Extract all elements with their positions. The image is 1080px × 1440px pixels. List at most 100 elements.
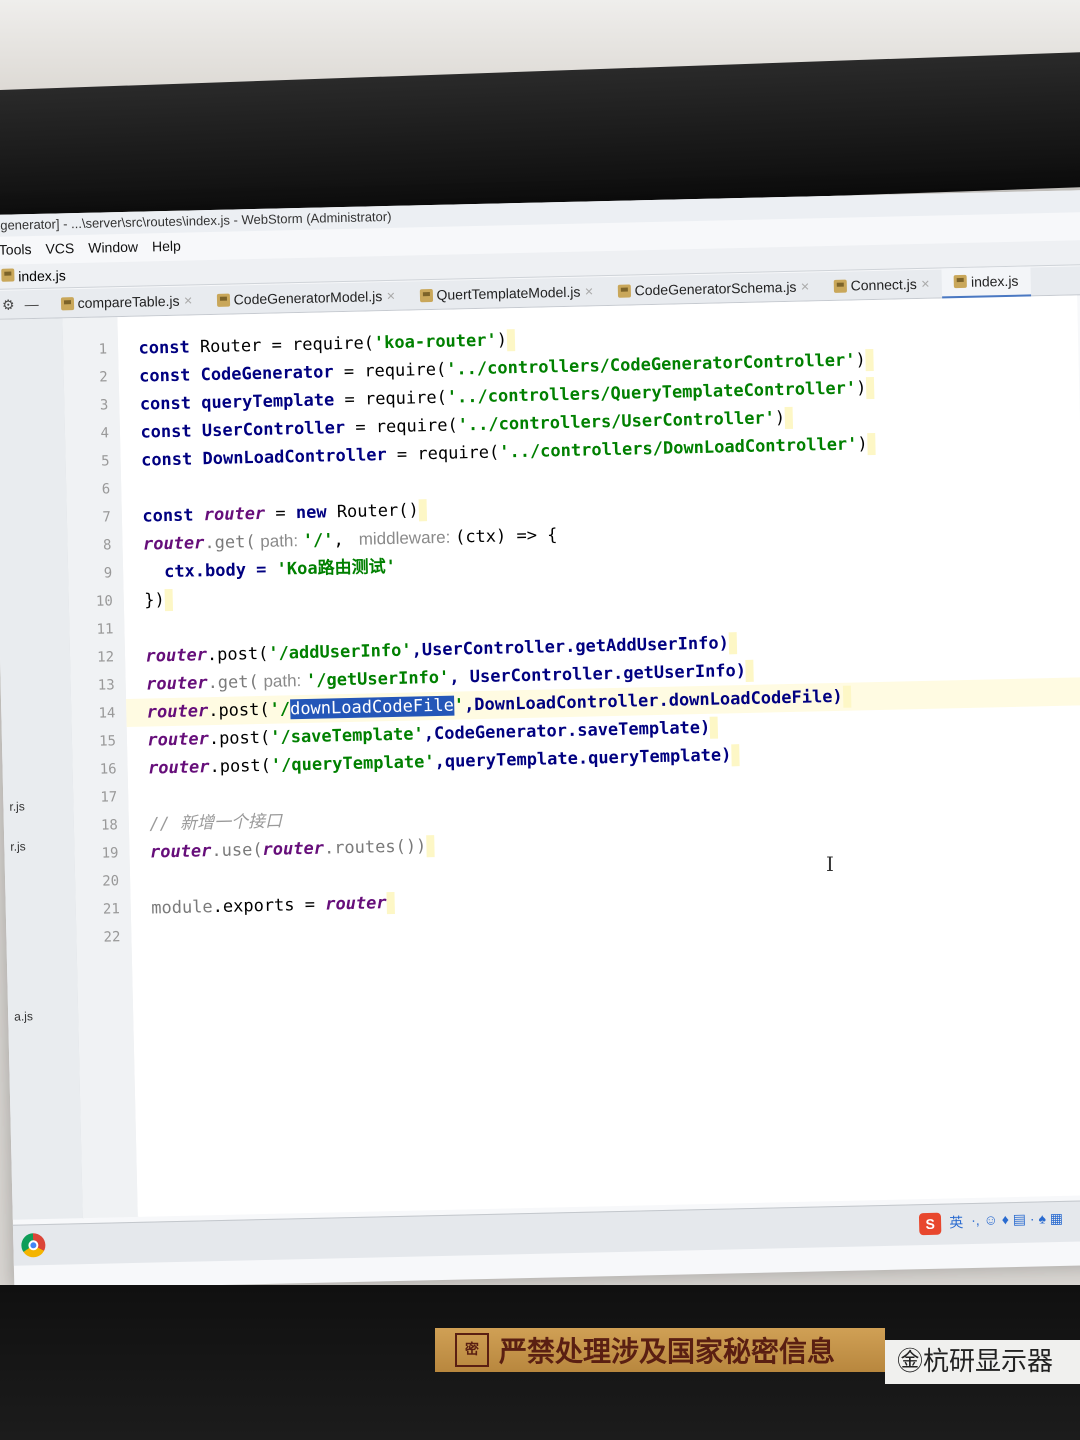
code-token: ): [855, 350, 866, 371]
menu-help[interactable]: Help: [152, 235, 181, 258]
line-marker: [842, 685, 851, 708]
tab-label: index.js: [970, 272, 1019, 290]
code-token: '/: [269, 699, 291, 720]
tab-codegeneratormodel[interactable]: CodeGeneratorModel.js ✕: [204, 282, 407, 315]
menu-tools[interactable]: Tools: [0, 238, 32, 261]
close-icon[interactable]: ✕: [584, 285, 593, 298]
monitor-brand-label: ㊎杭研显示器: [885, 1340, 1080, 1384]
code-token: router: [149, 841, 212, 863]
project-file[interactable]: r.js: [10, 839, 26, 853]
code-token: ctx.body =: [163, 559, 277, 583]
line-number: 5: [101, 453, 110, 470]
js-file-icon: [617, 283, 631, 298]
ime-language[interactable]: 英: [949, 1212, 963, 1234]
sogou-icon[interactable]: S: [918, 1212, 942, 1236]
code-line[interactable]: module.exports = router: [130, 873, 1080, 923]
tab-connect[interactable]: Connect.js ✕: [821, 269, 942, 300]
line-marker: [867, 432, 876, 456]
code-token: Router(): [326, 500, 419, 523]
code-token: DownLoadController: [192, 445, 387, 470]
code-token: 'Koa路由测试': [276, 556, 397, 580]
code-token: , UserController.getUserInfo): [449, 660, 747, 688]
line-number: 11: [96, 621, 114, 638]
sticker-seal: 密: [455, 1333, 489, 1367]
js-file-icon: [216, 293, 230, 307]
code-token: const: [142, 505, 194, 527]
tab-label: CodeGeneratorModel.js: [233, 288, 383, 308]
code-token: ): [774, 408, 786, 429]
tab-querttemplatemodel[interactable]: QuertTemplateModel.js ✕: [407, 277, 606, 309]
line-marker: [506, 329, 516, 352]
line-marker: [784, 406, 794, 430]
line-number: 1: [98, 341, 108, 358]
code-token: '../controllers/UserController': [457, 408, 776, 436]
line-marker: [866, 376, 875, 400]
chrome-icon[interactable]: [21, 1233, 46, 1258]
code-token: UserController: [191, 418, 346, 442]
code-token: const: [140, 421, 192, 443]
tab-label: Connect.js: [850, 275, 917, 294]
line-number: 16: [99, 761, 117, 778]
menu-window[interactable]: Window: [88, 236, 138, 259]
code-token: .exports =: [212, 894, 326, 918]
code-token: require(: [375, 415, 458, 438]
line-number: 13: [97, 677, 115, 694]
code-token: router: [146, 701, 209, 723]
tab-label: CodeGeneratorSchema.js: [634, 278, 797, 299]
security-sticker: 密 严禁处理涉及国家秘密信息: [435, 1328, 885, 1372]
tab-codegeneratorschema[interactable]: CodeGeneratorSchema.js ✕: [605, 272, 822, 305]
selected-text[interactable]: downLoadCodeFile: [289, 695, 455, 720]
ime-icons[interactable]: ·, ☺ ♦ ▤ · ♠ ▦: [971, 1210, 1063, 1234]
code-token: require(: [364, 359, 447, 382]
ime-toolbar: S 英 ·, ☺ ♦ ▤ · ♠ ▦: [918, 1210, 1063, 1236]
line-marker: [731, 744, 740, 767]
tab-comparetable[interactable]: compareTable.js ✕: [48, 286, 205, 318]
code-token: new: [295, 502, 327, 524]
project-file[interactable]: a.js: [14, 1009, 33, 1023]
menu-vcs[interactable]: VCS: [45, 237, 74, 260]
code-token: =: [333, 361, 365, 383]
code-token: '/addUserInfo': [268, 640, 412, 664]
code-token: 'koa-router': [373, 330, 497, 354]
mouse-cursor-icon: I: [826, 852, 834, 876]
code-editor[interactable]: const Router = require( 'koa-router') con…: [117, 295, 1080, 1217]
line-marker: [386, 891, 395, 915]
sticker-text: 严禁处理涉及国家秘密信息: [499, 1335, 836, 1368]
code-token: Router: [189, 335, 262, 358]
line-number: 15: [98, 733, 117, 750]
code-token: =: [334, 389, 366, 411]
project-tool-buttons: ⚙ —: [0, 295, 49, 313]
tab-label: compareTable.js: [77, 292, 180, 312]
line-number: 7: [102, 509, 112, 526]
close-icon[interactable]: ✕: [183, 294, 192, 307]
code-token: ,CodeGenerator.saveTemplate): [423, 717, 711, 745]
code-token: require(: [364, 387, 448, 410]
close-icon[interactable]: ✕: [386, 289, 395, 302]
code-token: .use(: [211, 839, 263, 862]
ide-screen: generator] - ...\server\src\routes\index…: [0, 189, 1080, 1290]
code-token: router: [142, 533, 205, 555]
parameter-hint: middleware:: [353, 527, 456, 549]
parameter-hint: path:: [258, 670, 307, 692]
code-token: .routes()): [323, 836, 427, 859]
close-icon[interactable]: ✕: [921, 277, 930, 290]
project-file[interactable]: r.js: [9, 799, 25, 813]
tab-index[interactable]: index.js: [941, 265, 1031, 299]
code-token: queryTemplate: [190, 390, 335, 414]
code-token: ): [855, 378, 867, 399]
code-token: const: [138, 337, 190, 359]
code-token: router: [145, 645, 208, 667]
line-marker: [745, 659, 755, 682]
gear-icon[interactable]: ⚙: [2, 296, 15, 313]
line-number: 20: [102, 873, 120, 890]
code-token: ): [496, 330, 508, 351]
close-icon[interactable]: ✕: [800, 280, 809, 293]
code-token: router: [193, 503, 266, 526]
code-token: module: [151, 897, 213, 919]
line-number: 9: [103, 565, 113, 582]
line-number: 8: [102, 537, 112, 554]
collapse-icon[interactable]: —: [24, 295, 38, 312]
breadcrumb-file[interactable]: index.js: [18, 267, 66, 284]
code-token: .post(: [207, 699, 270, 722]
line-number: 22: [103, 929, 121, 946]
